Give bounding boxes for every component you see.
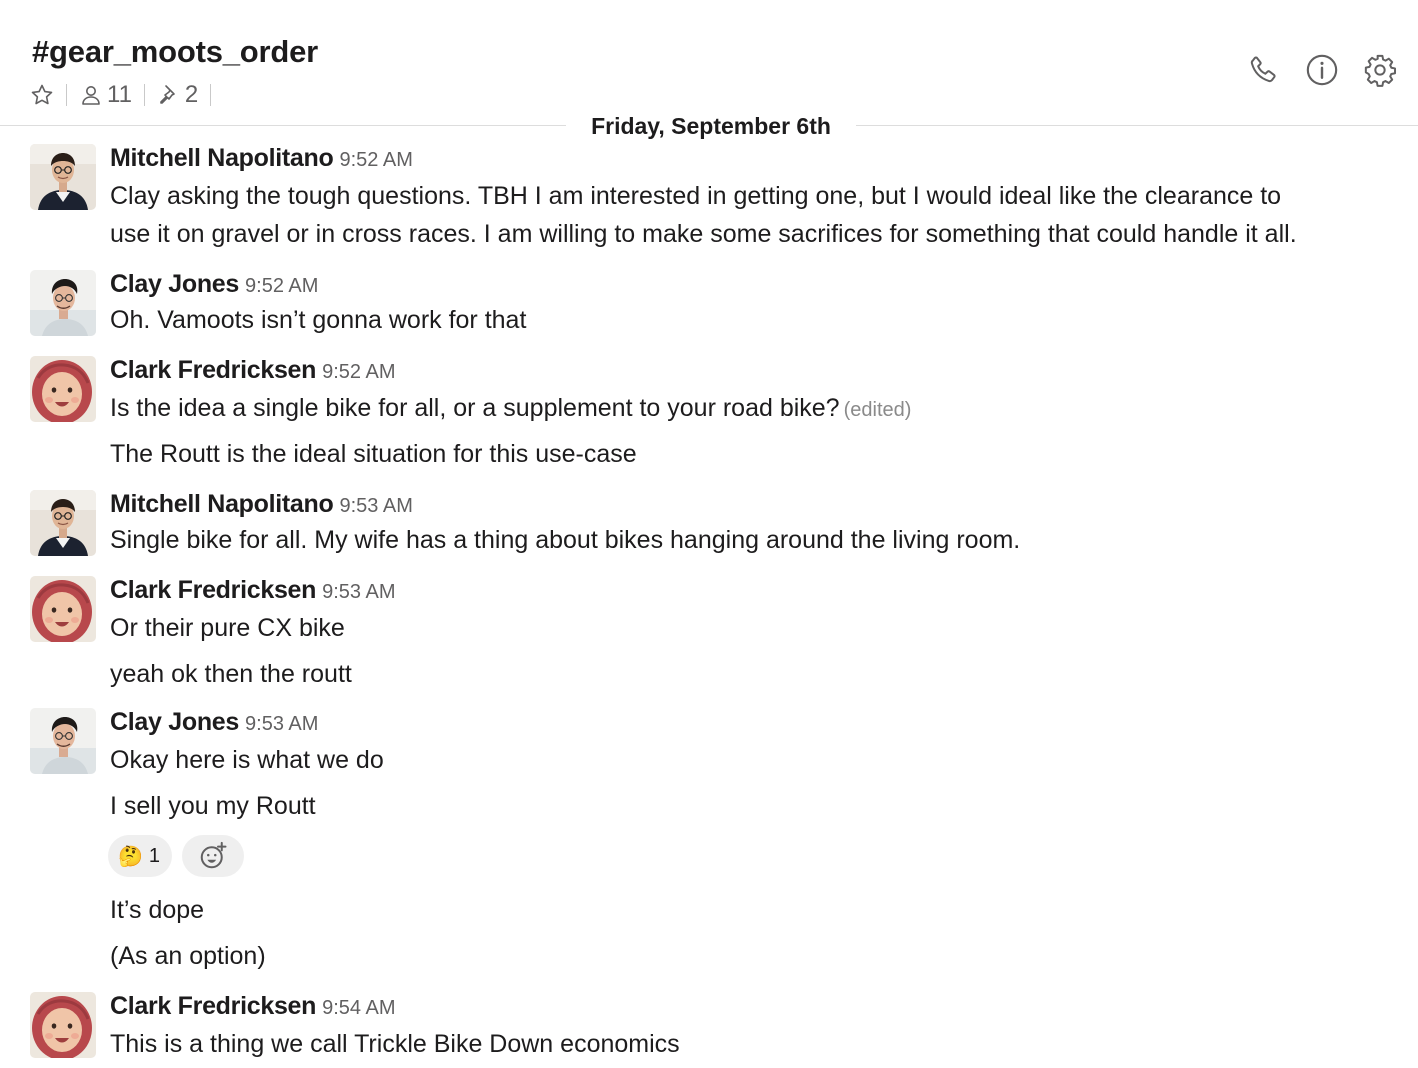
message-text: use it on gravel or in cross races. I am…: [110, 220, 1297, 248]
settings-button[interactable]: [1362, 52, 1398, 88]
message-text: The Routt is the ideal situation for thi…: [110, 440, 637, 468]
message-timestamp[interactable]: 9:53 AM: [339, 495, 412, 517]
reactions-bar: 🤔 1: [108, 835, 245, 877]
sender-name[interactable]: Clark Fredricksen: [110, 356, 316, 384]
message-text: It’s dope: [110, 896, 205, 924]
member-icon: [82, 86, 100, 105]
message-timestamp[interactable]: 9:53 AM: [245, 713, 318, 735]
channel-title[interactable]: #gear_moots_order: [32, 34, 318, 70]
message-text: Oh. Vamoots isn’t gonna work for that: [110, 306, 527, 334]
reaction-count: 1: [148, 844, 161, 867]
meta-separator: [66, 84, 67, 106]
message-text: Clay asking the tough questions. TBH I a…: [110, 182, 1282, 210]
sender-name[interactable]: Clark Fredricksen: [110, 576, 316, 604]
sender-line: Mitchell Napolitano 9:53 AM: [110, 490, 413, 519]
add-reaction-button[interactable]: [182, 835, 245, 877]
sender-line: Clay Jones 9:53 AM: [110, 708, 318, 737]
meta-separator: [143, 84, 145, 106]
message-text: Or their pure CX bike: [110, 614, 345, 642]
message-text: I sell you my Routt: [110, 792, 316, 820]
sender-name[interactable]: Clark Fredricksen: [110, 992, 316, 1020]
add-emoji-icon: [200, 841, 227, 869]
reaction-pill[interactable]: 🤔 1: [108, 835, 173, 877]
star-button[interactable]: [30, 83, 54, 107]
sender-name[interactable]: Mitchell Napolitano: [110, 490, 334, 518]
message-timestamp[interactable]: 9:52 AM: [245, 275, 318, 297]
pinned-button[interactable]: 2: [157, 81, 198, 109]
details-button[interactable]: [1304, 52, 1340, 88]
sender-line: Clark Fredricksen 9:53 AM: [110, 576, 396, 605]
avatar[interactable]: [30, 490, 96, 556]
info-icon: [1306, 54, 1338, 86]
message-timestamp[interactable]: 9:54 AM: [322, 997, 395, 1019]
message-body: Is the idea a single bike for all, or a …: [110, 394, 840, 422]
sender-name[interactable]: Mitchell Napolitano: [110, 144, 334, 172]
gear-icon: [1364, 54, 1397, 87]
pinned-count: 2: [184, 81, 199, 108]
avatar[interactable]: [30, 356, 96, 422]
message-text: Is the idea a single bike for all, or a …: [110, 389, 911, 429]
call-button[interactable]: [1246, 52, 1282, 88]
sender-name[interactable]: Clay Jones: [110, 270, 239, 298]
message-timestamp[interactable]: 9:52 AM: [339, 149, 412, 171]
sender-line: Clark Fredricksen 9:52 AM: [110, 356, 396, 385]
message-text: (As an option): [110, 942, 266, 970]
avatar[interactable]: [30, 992, 96, 1058]
message-timestamp[interactable]: 9:52 AM: [322, 361, 395, 383]
message-text: yeah ok then the routt: [110, 660, 352, 688]
date-divider[interactable]: Friday, September 6th: [566, 108, 856, 144]
sender-line: Clark Fredricksen 9:54 AM: [110, 992, 396, 1021]
message-text: Okay here is what we do: [110, 746, 384, 774]
header-actions: [1246, 52, 1398, 88]
message-timestamp[interactable]: 9:53 AM: [322, 581, 395, 603]
channel-meta: 11 2: [30, 80, 223, 110]
sender-line: Clay Jones 9:52 AM: [110, 270, 318, 299]
phone-icon: [1250, 56, 1276, 83]
members-button[interactable]: 11: [79, 81, 132, 109]
sender-line: Mitchell Napolitano 9:52 AM: [110, 144, 413, 173]
avatar[interactable]: [30, 576, 96, 642]
meta-separator: [210, 84, 212, 106]
message-text: This is a thing we call Trickle Bike Dow…: [110, 1030, 680, 1058]
pin-icon: [160, 85, 175, 104]
avatar[interactable]: [30, 144, 96, 210]
avatar[interactable]: [30, 708, 96, 774]
sender-name[interactable]: Clay Jones: [110, 708, 239, 736]
thinking-face-emoji: 🤔: [118, 845, 143, 868]
avatar[interactable]: [30, 270, 96, 336]
member-count: 11: [107, 81, 132, 108]
message-text: Single bike for all. My wife has a thing…: [110, 526, 1021, 554]
star-icon: [31, 84, 53, 105]
edited-label: (edited): [843, 399, 912, 421]
